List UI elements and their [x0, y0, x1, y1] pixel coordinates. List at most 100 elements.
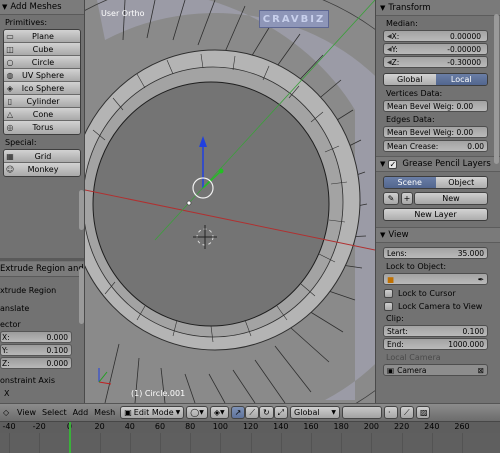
torus-icon: ◎	[6, 123, 14, 132]
scene-toggle[interactable]: Scene	[384, 177, 436, 188]
timeline-tick-label: -20	[32, 422, 46, 431]
median-y-field[interactable]: ◀ Y: -0.00000	[383, 43, 488, 55]
timeline-tick-label: -40	[2, 422, 16, 431]
pivot-dropdown[interactable]: ◈ ▼	[209, 406, 229, 419]
timeline-gridline	[9, 433, 10, 453]
menu-select[interactable]: Select	[39, 406, 70, 419]
scale-manipulator[interactable]: ⤢	[273, 406, 289, 419]
timeline-tick-label: 100	[212, 422, 229, 431]
viewport-header: ◇ View Select Add Mesh ▣ Edit Mode ▼ ◯ ▼ ◈…	[0, 403, 500, 421]
grease-new-row: ✎ + New	[383, 192, 488, 205]
menu-view[interactable]: View	[14, 406, 39, 419]
lock-to-cursor-checkbox[interactable]	[384, 289, 393, 298]
new-layer-button[interactable]: New Layer	[383, 208, 488, 221]
mean-crease-field[interactable]: Mean Crease: 0.00	[383, 140, 488, 152]
lock-to-object-label: Lock to Object:	[386, 262, 447, 271]
transform-header[interactable]: ▼ Transform	[376, 0, 500, 16]
rotate-manipulator[interactable]: ↻	[258, 406, 274, 419]
add-circle-button[interactable]: ○ Circle	[4, 56, 80, 69]
3d-viewport[interactable]: User Ortho CRAVBIZ (1) Circle.001	[85, 0, 375, 403]
timeline-gridline	[190, 433, 192, 453]
operator-scrollbar[interactable]	[79, 268, 84, 324]
vector-x-field[interactable]: X: 0.000	[0, 331, 72, 343]
add-torus-button[interactable]: ◎ Torus	[4, 121, 80, 134]
median-z-field[interactable]: ◀ Z: -0.30000	[383, 56, 488, 68]
select-edge-button[interactable]: ⟋	[400, 406, 415, 419]
grid-icon: ▦	[6, 151, 14, 161]
lens-field[interactable]: Lens: 35.000	[383, 247, 488, 259]
vertex-bevel-weight-field[interactable]: Mean Bevel Weig: 0.00	[383, 100, 488, 112]
cone-icon: △	[6, 109, 14, 119]
chevron-down-icon: ▼	[199, 409, 204, 416]
pencil-icon[interactable]: ✎	[383, 192, 399, 205]
add-grid-button[interactable]: ▦ Grid	[4, 150, 80, 163]
timeline-tick-label: 120	[242, 422, 259, 431]
operator-header[interactable]: Extrude Region and	[0, 262, 84, 277]
collapse-triangle-icon[interactable]: ▼	[2, 3, 7, 11]
camera-field[interactable]: ▣ Camera ⊠	[383, 364, 488, 376]
timeline-gridline	[431, 433, 433, 453]
grease-source-toggle: Scene Object	[383, 176, 488, 189]
collapse-triangle-icon[interactable]: ▼	[380, 231, 385, 239]
layers-grid[interactable]	[342, 406, 383, 419]
tool-shelf-divider[interactable]	[0, 258, 84, 261]
collapse-triangle-icon[interactable]: ▼	[380, 4, 385, 12]
add-cylinder-button[interactable]: ▯ Cylinder	[4, 95, 80, 108]
view-header[interactable]: ▼ View	[376, 227, 500, 243]
select-face-button[interactable]: ▨	[416, 406, 431, 419]
menu-mesh[interactable]: Mesh	[91, 406, 118, 419]
lock-object-field[interactable]: ■ ✒	[383, 273, 488, 285]
median-label: Median:	[386, 19, 418, 28]
edge-bevel-weight-field[interactable]: Mean Bevel Weig: 0.00	[383, 126, 488, 138]
uv-sphere-icon: ◍	[6, 70, 14, 80]
add-cone-button[interactable]: △ Cone	[4, 108, 80, 121]
timeline-gridline	[280, 433, 282, 453]
lock-to-cursor-row[interactable]: Lock to Cursor	[376, 285, 500, 298]
grease-pencil-header[interactable]: ▼ ✓ Grease Pencil Layers	[376, 156, 500, 172]
vector-y-field[interactable]: Y: 0.100	[0, 344, 72, 356]
add-plane-button[interactable]: ▭ Plane	[4, 30, 80, 43]
manipulator-toggle[interactable]: ↗	[230, 406, 246, 419]
add-monkey-button[interactable]: ☺ Monkey	[4, 163, 80, 176]
tool-shelf-scrollbar[interactable]	[79, 190, 84, 230]
add-ico-sphere-button[interactable]: ◈ Ico Sphere	[4, 82, 80, 95]
timeline[interactable]: -40-200204060801001201401601802002202402…	[0, 421, 500, 453]
circle-icon: ○	[6, 57, 14, 67]
operator-subtitle: xtrude Region	[0, 286, 57, 295]
local-toggle[interactable]: Local	[435, 74, 487, 85]
properties-scrollbar[interactable]	[494, 14, 499, 164]
current-frame-marker[interactable]	[69, 422, 71, 453]
orientation-dropdown[interactable]: Global ▼	[290, 406, 341, 419]
camera-icon: ▣	[387, 365, 395, 375]
editor-type-icon[interactable]: ◇	[0, 406, 14, 419]
cube-icon: ◫	[6, 44, 14, 54]
clear-icon[interactable]: ⊠	[478, 366, 484, 375]
chevron-down-icon: ▼	[220, 409, 225, 416]
global-toggle[interactable]: Global	[384, 74, 436, 85]
lock-camera-row[interactable]: Lock Camera to View	[376, 298, 500, 311]
add-meshes-header[interactable]: ▼ Add Meshes	[0, 0, 84, 15]
clip-end-field[interactable]: End: 1000.000	[383, 338, 488, 350]
menu-add[interactable]: Add	[70, 406, 92, 419]
timeline-tick-label: 40	[124, 422, 135, 431]
collapse-triangle-icon[interactable]: ▼	[380, 160, 385, 168]
clip-start-field[interactable]: Start: 0.100	[383, 325, 488, 337]
timeline-tick-label: 260	[454, 422, 470, 431]
shading-dropdown[interactable]: ◯ ▼	[186, 406, 208, 419]
add-uv-sphere-button[interactable]: ◍ UV Sphere	[4, 69, 80, 82]
vector-z-field[interactable]: Z: 0.000	[0, 357, 72, 369]
new-gp-button[interactable]: New	[414, 192, 488, 205]
median-x-field[interactable]: ◀ X: 0.00000	[383, 30, 488, 42]
timeline-tick-label: 160	[303, 422, 319, 431]
timeline-tick-label: 180	[333, 422, 349, 431]
add-cube-button[interactable]: ◫ Cube	[4, 43, 80, 56]
plus-icon[interactable]: +	[401, 192, 413, 205]
eyedropper-icon[interactable]: ✒	[478, 275, 484, 284]
grease-pencil-checkbox[interactable]: ✓	[388, 159, 398, 169]
mode-dropdown[interactable]: ▣ Edit Mode ▼	[120, 406, 185, 419]
edges-data-label: Edges Data:	[386, 115, 435, 124]
lock-camera-checkbox[interactable]	[384, 302, 393, 311]
object-toggle[interactable]: Object	[435, 177, 487, 188]
select-vertex-button[interactable]: ·	[384, 406, 399, 419]
translate-manipulator[interactable]: ⟋	[245, 406, 259, 419]
